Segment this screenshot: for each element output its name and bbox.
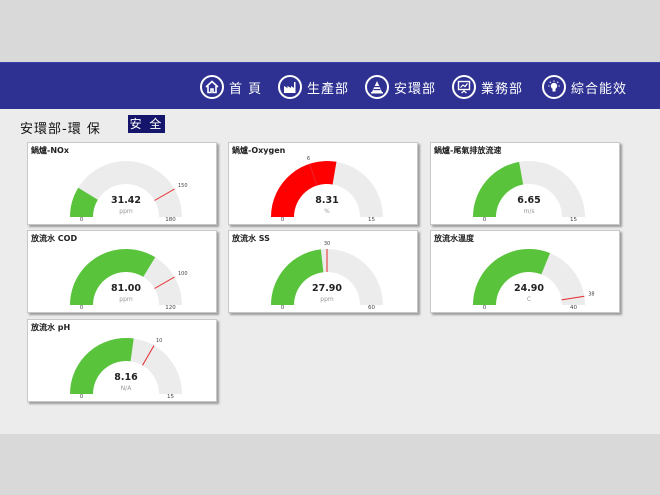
gauge-value-arc <box>271 249 324 305</box>
gauge-value: 6.65 <box>517 195 540 206</box>
gauge-chart: 30 27.90 ppm 0 60 <box>271 241 383 311</box>
gauge-max-label: 180 <box>165 217 176 223</box>
gauge-max-label: 15 <box>570 217 577 223</box>
nav-item-home[interactable]: 首 頁 <box>200 73 262 101</box>
lightbulb-icon <box>542 75 566 99</box>
gauge-min-label: 0 <box>281 217 285 223</box>
gauge-max-label: 60 <box>368 305 375 311</box>
gauge-unit: m/s <box>524 208 535 215</box>
gauge-min-label: 0 <box>80 305 84 311</box>
gauge-value: 8.16 <box>114 372 138 383</box>
gauge-card-ss: 放流水 SS 30 27.90 ppm 0 60 <box>228 230 418 313</box>
page-title: 安環部-環 保 <box>20 122 101 137</box>
gauge-value: 8.31 <box>315 195 338 206</box>
gauge-value: 24.90 <box>514 283 544 294</box>
gauge-limit-label: 38 <box>588 292 594 298</box>
gauge-value-arc <box>473 161 524 217</box>
gauge-limit-label: 30 <box>324 241 330 247</box>
gauge-limit-label: 150 <box>178 183 188 189</box>
safety-cone-icon <box>365 75 389 99</box>
gauge-unit: ppm <box>119 208 133 215</box>
app-window: 首 頁 生產部 安環部 業務部 綜合能效 安環部-環 保 安 全 鍋爐-NOx … <box>0 62 660 434</box>
gauge-min-label: 0 <box>80 394 84 400</box>
gauge-min-label: 0 <box>483 217 487 223</box>
gauge-value-arc <box>70 249 156 305</box>
nav-item-production[interactable]: 生產部 <box>278 73 349 101</box>
gauge-chart: 38 24.90 C 0 40 <box>473 249 595 311</box>
gauge-card-nox: 鍋爐-NOx 150 31.42 ppm 0 180 <box>27 142 217 225</box>
nav-label-production: 生產部 <box>307 81 350 97</box>
nav-label-home: 首 頁 <box>229 81 263 97</box>
gauge-min-label: 0 <box>281 305 285 311</box>
factory-icon <box>278 75 302 99</box>
gauge-card-water-temp: 放流水溫度 38 24.90 C 0 40 <box>430 230 620 313</box>
gauge-value: 27.90 <box>312 283 342 294</box>
gauge-limit-label: 100 <box>178 271 188 277</box>
gauge-card-exhaust-flow: 鍋爐-尾氣排放流速 6.65 m/s 0 15 <box>430 142 620 225</box>
gauge-unit: ppm <box>320 296 334 303</box>
gauge-value: 31.42 <box>111 195 141 206</box>
gauge-value: 81.00 <box>111 283 141 294</box>
gauge-limit-label: 6 <box>307 156 310 162</box>
nav-item-safety-env[interactable]: 安環部 <box>365 73 436 101</box>
gauge-limit-label: 10 <box>156 338 162 344</box>
home-icon <box>200 75 224 99</box>
nav-item-business[interactable]: 業務部 <box>452 73 523 101</box>
gauge-chart: 150 31.42 ppm 0 180 <box>70 161 188 223</box>
gauge-chart: 6.65 m/s 0 15 <box>473 161 585 223</box>
gauge-unit: ppm <box>119 296 133 303</box>
gauge-card-cod: 放流水 COD 100 81.00 ppm 0 120 <box>27 230 217 313</box>
gauge-max-label: 15 <box>368 217 375 223</box>
gauge-unit: C <box>527 296 531 303</box>
gauge-card-ph: 放流水 pH 10 8.16 N/A 0 15 <box>27 319 217 402</box>
gauge-card-oxygen: 鍋爐-Oxygen 6 8.31% 0 15 <box>228 142 418 225</box>
top-nav-bar: 首 頁 生產部 安環部 業務部 綜合能效 <box>0 62 660 109</box>
gauge-chart: 10 8.16 N/A 0 15 <box>70 338 182 400</box>
nav-item-energy[interactable]: 綜合能效 <box>542 73 627 101</box>
gauge-value-arc <box>473 249 551 305</box>
gauge-min-label: 0 <box>483 305 487 311</box>
gauge-unit: N/A <box>121 385 133 392</box>
nav-label-business: 業務部 <box>481 81 524 97</box>
gauge-chart: 6 8.31% 0 15 <box>271 156 383 223</box>
gauge-min-label: 0 <box>80 217 84 223</box>
presentation-icon <box>452 75 476 99</box>
status-badge: 安 全 <box>128 115 165 133</box>
gauge-max-label: 15 <box>167 394 174 400</box>
nav-label-energy: 綜合能效 <box>571 81 628 97</box>
gauge-max-label: 40 <box>570 305 577 311</box>
gauge-chart: 100 81.00 ppm 0 120 <box>70 249 188 311</box>
nav-label-safety-env: 安環部 <box>394 81 437 97</box>
gauge-max-label: 120 <box>165 305 176 311</box>
gauge-unit: % <box>324 208 330 215</box>
